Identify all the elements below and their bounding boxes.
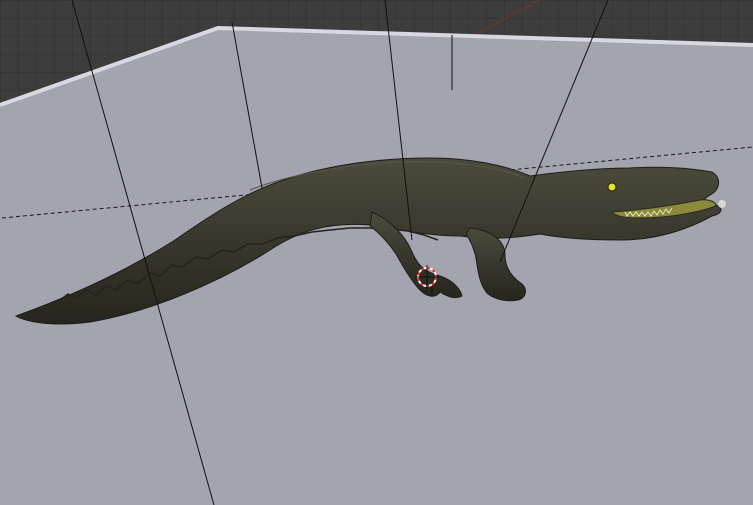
crocodile-eye [607,182,617,192]
crocodile-nostril [718,200,726,208]
ground-plane[interactable] [0,28,753,505]
3d-viewport[interactable] [0,0,753,505]
